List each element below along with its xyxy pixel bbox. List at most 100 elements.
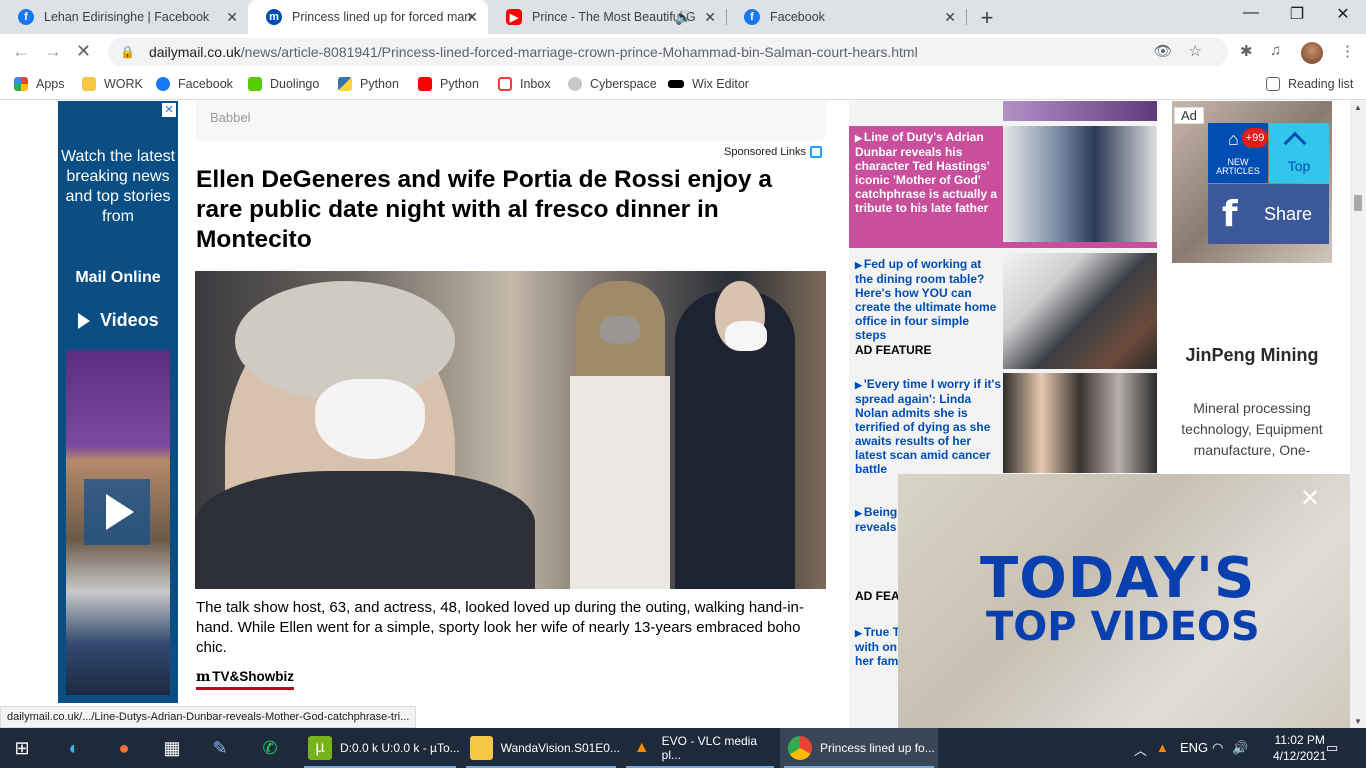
close-video-icon[interactable]: ✕: [1300, 484, 1320, 513]
close-tab-icon[interactable]: ✕: [944, 9, 956, 26]
bookmark-label: Apps: [36, 77, 65, 91]
close-tab-icon[interactable]: ✕: [704, 9, 716, 26]
address-bar[interactable]: 🔒 dailymail.co.uk/news/article-8081941/P…: [108, 38, 1228, 66]
news-thumbnail: [1003, 126, 1157, 242]
language-icon[interactable]: ENG: [1180, 740, 1208, 755]
lock-icon[interactable]: 🔒: [120, 45, 135, 59]
news-card[interactable]: ▶ Fed up of working at the dining room ta…: [849, 253, 1157, 369]
article-photo[interactable]: [195, 271, 826, 589]
bookmark-inbox[interactable]: Inbox: [498, 77, 551, 91]
taskbar-explorer[interactable]: WandaVision.S01E0...: [462, 728, 620, 768]
back-button[interactable]: ←: [12, 41, 30, 62]
forward-button[interactable]: →: [44, 41, 62, 62]
bookmark-work[interactable]: WORK: [82, 77, 143, 91]
bookmark-wix[interactable]: Wix Editor: [668, 77, 749, 91]
sponsored-item[interactable]: Babbel: [196, 101, 826, 141]
mailonline-logo-icon: m: [196, 669, 211, 685]
taskbar-chrome[interactable]: Princess lined up fo...: [780, 728, 938, 768]
play-video-button[interactable]: [84, 479, 150, 545]
dailymail-icon: m: [266, 9, 282, 25]
floating-video-player[interactable]: TODAY'S TOP VIDEOS ✕: [898, 474, 1350, 728]
taskbar-label: WandaVision.S01E0...: [500, 741, 620, 755]
new-articles-button[interactable]: ⌂ +99 NEW ARTICLES: [1208, 123, 1268, 183]
bookmark-duolingo[interactable]: Duolingo: [248, 77, 319, 91]
firefox-icon[interactable]: ●: [102, 728, 146, 768]
gmail-icon: [498, 77, 512, 91]
ad-brand: Mail Online: [75, 269, 161, 286]
tab-facebook[interactable]: f Facebook ✕: [726, 0, 967, 34]
facebook-share-button[interactable]: f Share: [1208, 184, 1329, 244]
youtube-icon: [418, 77, 432, 91]
channel-link[interactable]: m TV&Showbiz: [196, 669, 295, 690]
show-hidden-icons[interactable]: ︿: [1134, 740, 1147, 759]
reading-list-button[interactable]: Reading list: [1266, 77, 1353, 91]
news-card[interactable]: ▶ Line of Duty's Adrian Dunbar reveals hi…: [849, 126, 1157, 248]
apps-grid-icon: [14, 77, 28, 91]
tab-youtube-prince[interactable]: ▶ Prince - The Most Beautiful G 🔊 ✕: [488, 0, 727, 34]
profile-avatar[interactable]: [1301, 42, 1323, 64]
tab-title: Facebook: [770, 10, 825, 24]
ad-close-icon[interactable]: ✕: [162, 103, 176, 117]
photo-figure: [570, 376, 670, 589]
ad-company: JinPeng Mining: [1185, 345, 1319, 365]
minimize-button[interactable]: —: [1228, 4, 1274, 22]
start-button[interactable]: ⊞: [0, 728, 44, 768]
wifi-icon[interactable]: ◠: [1212, 740, 1223, 756]
videos-link[interactable]: Videos: [78, 310, 159, 331]
close-tab-icon[interactable]: ✕: [466, 9, 478, 26]
back-to-top-button[interactable]: Top: [1269, 123, 1329, 183]
scroll-down-icon[interactable]: ▼: [1354, 717, 1362, 726]
whatsapp-icon[interactable]: ✆: [248, 728, 292, 768]
menu-icon[interactable]: ⋮: [1340, 42, 1355, 60]
scroll-up-icon[interactable]: ▲: [1354, 103, 1362, 112]
new-articles-label: NEW ARTICLES: [1216, 157, 1260, 176]
bookmark-label: Duolingo: [270, 77, 320, 91]
tab-title: Princess lined up for forced marr: [292, 10, 473, 24]
home-icon: ⌂: [1228, 129, 1239, 149]
taskbar-label: Princess lined up fo...: [820, 741, 935, 755]
tab-facebook-profile[interactable]: f Lehan Edirisinghe | Facebook ✕: [0, 0, 248, 34]
bookmark-apps[interactable]: Apps: [14, 77, 65, 91]
mailonline-video-ad[interactable]: ✕ Watch the latest breaking news and top…: [58, 101, 178, 703]
notifications-icon[interactable]: ▭: [1326, 740, 1338, 756]
close-tab-icon[interactable]: ✕: [226, 9, 238, 26]
bookmark-facebook[interactable]: Facebook: [156, 77, 233, 91]
wix-icon: [668, 80, 684, 88]
close-window-button[interactable]: ✕: [1320, 4, 1366, 24]
system-clock[interactable]: 11:02 PM 4/12/2021: [1273, 732, 1326, 764]
calculator-icon[interactable]: ▦: [150, 728, 194, 768]
vlc-tray-icon[interactable]: ▲: [1156, 740, 1169, 755]
bookmark-label: Python: [360, 77, 399, 91]
photo-figure: [315, 379, 425, 459]
tab-dailymail-article[interactable]: m Princess lined up for forced marr ✕: [248, 0, 488, 34]
news-card-top-image[interactable]: [849, 101, 1157, 121]
scrollbar-thumb[interactable]: [1354, 195, 1362, 211]
new-tab-button[interactable]: +: [976, 5, 998, 31]
bookmark-python-youtube[interactable]: Python: [418, 77, 479, 91]
paint-icon[interactable]: ✎: [198, 728, 242, 768]
mute-icon[interactable]: 🔊: [675, 9, 692, 26]
omnibox-actions[interactable]: 👁☆: [1154, 42, 1219, 60]
taskbar-label: EVO - VLC media pl...: [661, 734, 758, 762]
article-headline[interactable]: Ellen DeGeneres and wife Portia de Rossi…: [196, 165, 824, 255]
page-scrollbar[interactable]: ▲ ▼: [1350, 101, 1366, 728]
ad-label: Ad: [1174, 107, 1204, 124]
media-control-icon[interactable]: ♫: [1270, 42, 1281, 59]
bookmark-python[interactable]: Python: [338, 77, 399, 91]
cyberspace-icon: [568, 77, 582, 91]
taskbar-vlc[interactable]: ▲ EVO - VLC media pl...: [622, 728, 778, 768]
volume-icon[interactable]: 🔊: [1232, 740, 1248, 756]
url-path: /news/article-8081941/Princess-lined-for…: [240, 44, 918, 60]
news-card[interactable]: ▶ 'Every time I worry if it's spread agai…: [849, 373, 1157, 489]
extensions-icon[interactable]: ✱: [1240, 42, 1253, 60]
tab-strip: f Lehan Edirisinghe | Facebook ✕ m Princ…: [0, 0, 1366, 34]
bookmark-cyberspace[interactable]: Cyberspace: [568, 77, 657, 91]
stop-loading-button[interactable]: ✕: [76, 41, 91, 62]
video-title-line2: TOP VIDEOS: [986, 604, 1260, 650]
maximize-button[interactable]: ❐: [1274, 4, 1320, 24]
sponsored-links-label[interactable]: Sponsored Links: [724, 146, 822, 159]
sponsored-links-text: Sponsored Links: [724, 146, 806, 158]
taskbar-utorrent[interactable]: µ D:0.0 k U:0.0 k - µTo...: [300, 728, 460, 768]
top-label: Top: [1287, 158, 1311, 174]
edge-icon[interactable]: ◐: [52, 728, 96, 768]
